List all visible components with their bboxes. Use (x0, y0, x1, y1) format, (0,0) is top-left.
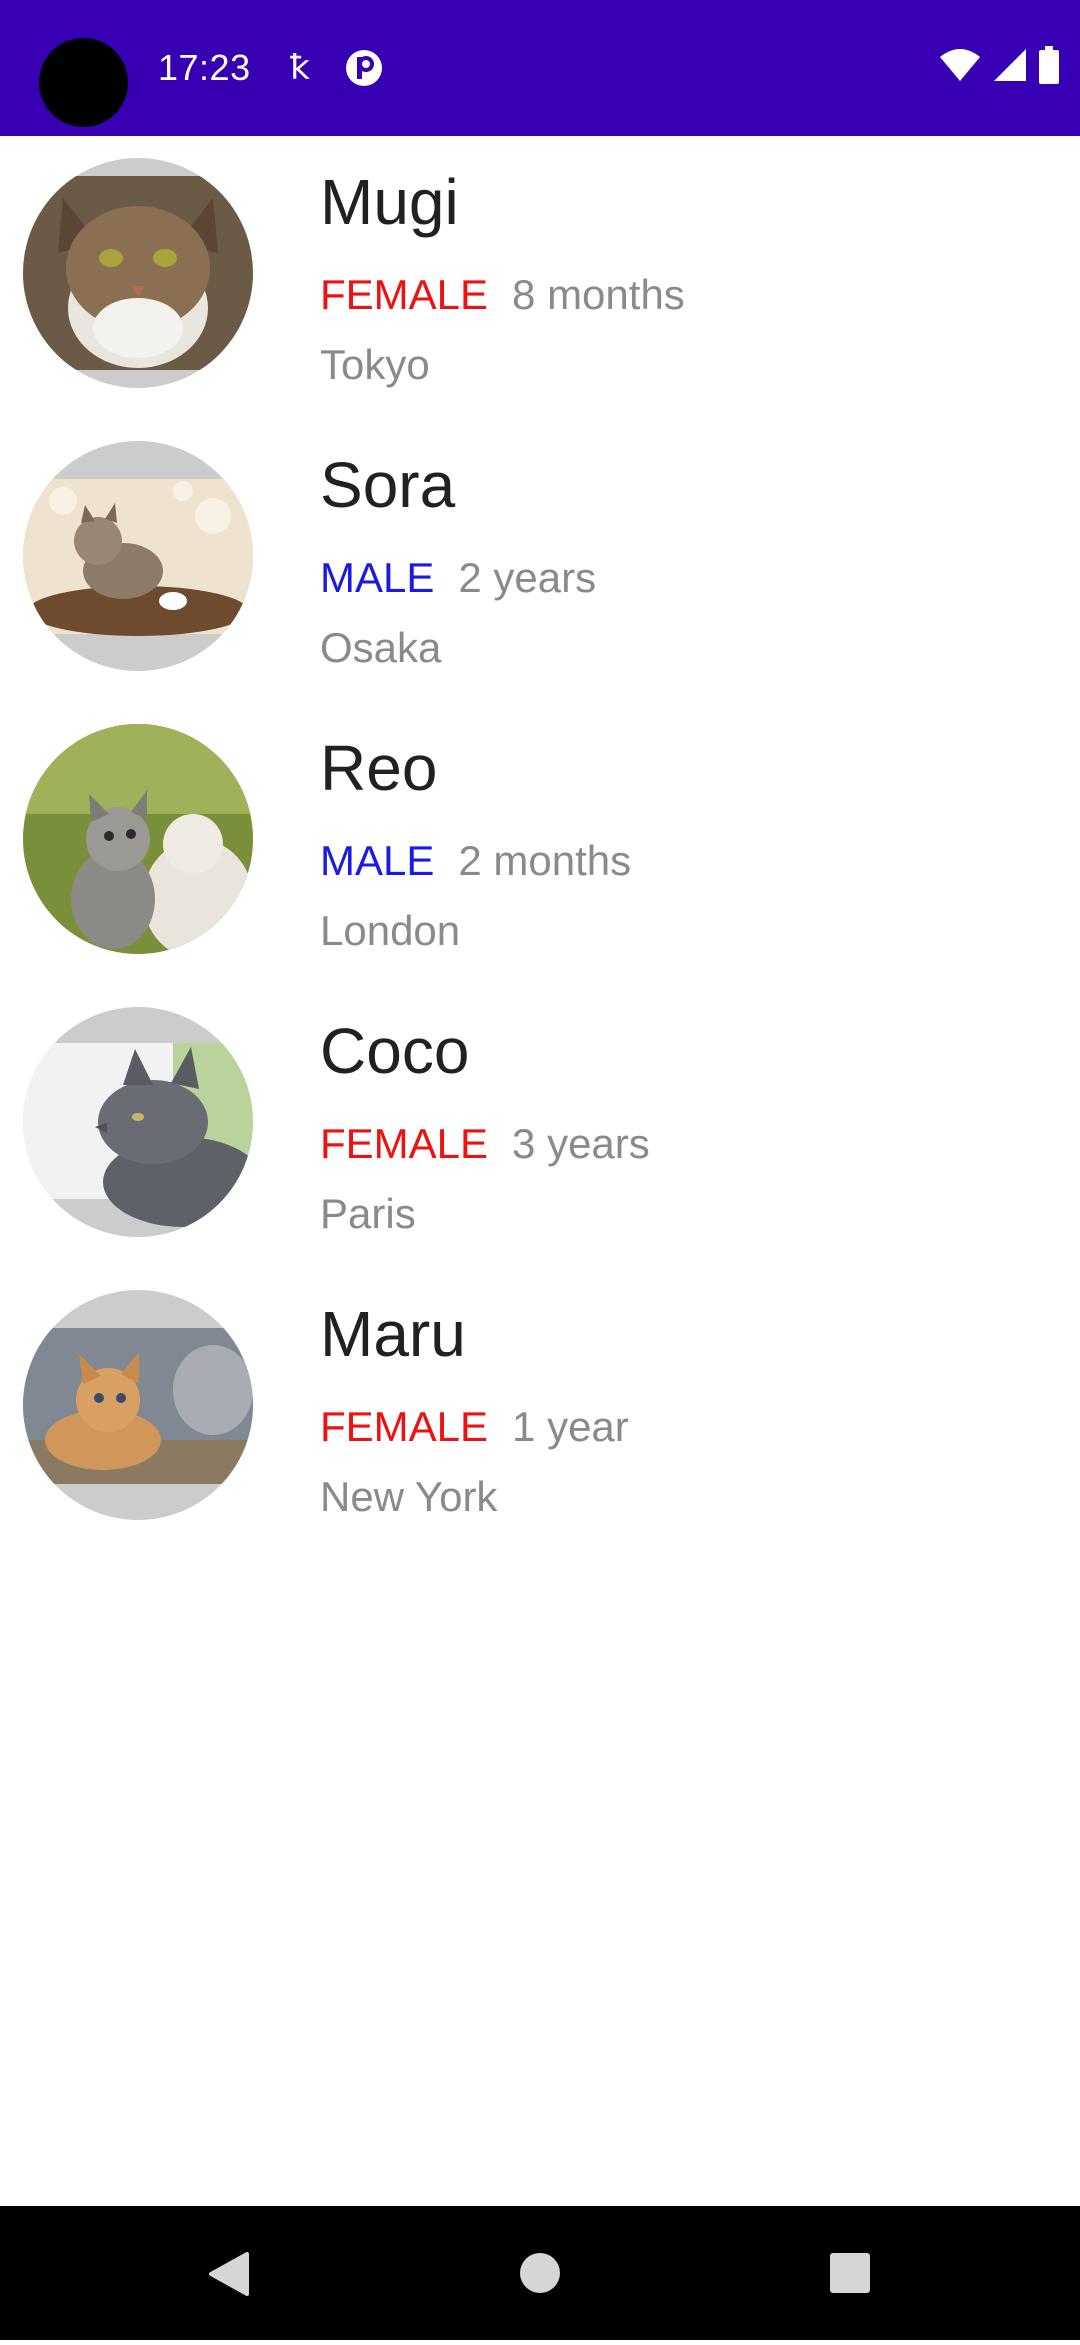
navigation-bar (0, 2206, 1080, 2340)
cat-city: New York (320, 1473, 498, 1520)
clock: 17:23 (158, 47, 251, 88)
cat-gender: FEMALE (320, 1403, 489, 1450)
wifi-icon (938, 47, 982, 88)
cat-name: Sora (320, 449, 456, 521)
cat-gender: MALE (320, 837, 435, 884)
list-item[interactable]: Sora MALE 2 years Osaka (0, 419, 1080, 702)
cat-avatar (23, 724, 253, 954)
cat-list[interactable]: Mugi FEMALE 8 months Tokyo Sora MALE 2 yea… (0, 136, 1080, 1551)
home-icon[interactable] (470, 2206, 610, 2340)
cat-age: 2 years (458, 554, 597, 601)
cat-meta: MALE 2 years (320, 553, 596, 603)
cat-meta: FEMALE 3 years (320, 1119, 650, 1169)
camera-cutout (39, 38, 128, 127)
cat-avatar (23, 1290, 253, 1520)
cat-avatar (23, 441, 253, 671)
list-item[interactable]: Maru FEMALE 1 year New York (0, 1268, 1080, 1551)
cat-avatar (23, 158, 253, 388)
cat-city: London (320, 907, 461, 954)
back-icon[interactable] (155, 2206, 295, 2340)
cat-name: Coco (320, 1015, 470, 1087)
cat-avatar (23, 1007, 253, 1237)
cat-meta: FEMALE 1 year (320, 1402, 629, 1452)
kotlin-icon: ꝁ (290, 49, 310, 87)
cat-gender: FEMALE (320, 1120, 489, 1167)
battery-icon (1038, 46, 1060, 89)
list-item[interactable]: Coco FEMALE 3 years Paris (0, 985, 1080, 1268)
recents-icon[interactable] (780, 2206, 920, 2340)
cat-meta: FEMALE 8 months (320, 270, 685, 320)
cat-gender: MALE (320, 554, 435, 601)
cellular-signal-icon (992, 47, 1028, 88)
cat-name: Reo (320, 732, 438, 804)
cat-name: Maru (320, 1298, 466, 1370)
status-icons (938, 46, 1060, 89)
list-item[interactable]: Mugi FEMALE 8 months Tokyo (0, 136, 1080, 419)
cat-age: 8 months (512, 271, 685, 318)
cat-meta: MALE 2 months (320, 836, 631, 886)
cat-name: Mugi (320, 166, 459, 238)
cat-city: Osaka (320, 624, 442, 671)
cat-age: 2 months (458, 837, 632, 884)
cat-gender: FEMALE (320, 271, 489, 318)
cat-city: Tokyo (320, 341, 430, 388)
status-bar: 17:23 ꝁ (0, 0, 1080, 136)
app-notification-icon (344, 48, 384, 88)
cat-age: 1 year (512, 1403, 629, 1450)
list-item[interactable]: Reo MALE 2 months London (0, 702, 1080, 985)
cat-age: 3 years (512, 1120, 650, 1167)
cat-city: Paris (320, 1190, 416, 1237)
